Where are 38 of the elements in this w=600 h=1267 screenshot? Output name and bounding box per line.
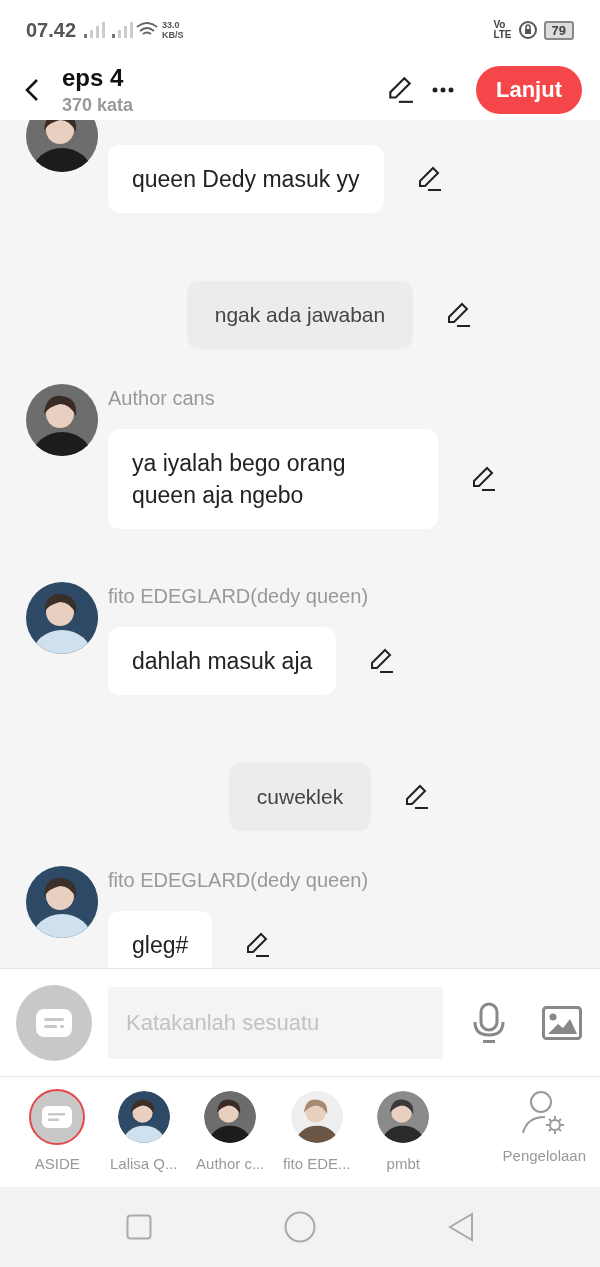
narration-bubble: cuweklek [228,763,372,831]
character-name[interactable]: ASIDE [34,1155,80,1172]
character-name[interactable]: Author c... [196,1155,265,1172]
message-icon [36,1008,72,1037]
microphone-icon[interactable] [472,1001,506,1044]
rotation-lock-icon [517,20,538,40]
back-icon[interactable] [24,78,40,102]
episode-title: eps 4 [62,64,125,91]
volte-label: Vo [493,20,507,30]
character-name[interactable]: pmbt [386,1155,420,1172]
edit-icon[interactable] [403,784,430,810]
message-bubble: gleg# [108,911,213,968]
edit-icon[interactable] [368,648,395,674]
edit-icon[interactable] [445,302,472,328]
clock: 07.42 [26,18,77,42]
battery-level: 79 [543,20,574,40]
more-icon[interactable] [432,87,454,93]
message-icon [42,1106,73,1128]
edit-icon[interactable] [244,932,271,958]
message-bubble: ya iyalah bego orang queen aja ngebo [108,429,438,529]
sender-name: Author cans [108,386,215,411]
message-bubble: queen Dedy masuk yy [108,145,384,213]
character-name[interactable]: Lalisa Q... [110,1155,178,1172]
wifi-icon [136,22,159,38]
narration-bubble: ngak ada jawaban [186,281,414,349]
edit-icon[interactable] [470,466,496,492]
speed-value: 33.0 [162,20,181,30]
character-name[interactable]: fito EDE... [283,1155,351,1172]
lte-label: LTE [493,30,512,40]
edit-icon[interactable] [386,76,414,104]
manage-label[interactable]: Pengelolaan [502,1147,586,1164]
message-bubble: dahlah masuk aja [108,627,337,695]
continue-button[interactable]: Lanjut [476,66,582,114]
sender-name: fito EDEGLARD(dedy queen) [108,868,369,893]
image-icon[interactable] [542,1005,582,1040]
sender-name: fito EDEGLARD(dedy queen) [108,584,369,609]
word-count: 370 kata [62,94,135,116]
speed-unit: KB/S [162,30,184,40]
